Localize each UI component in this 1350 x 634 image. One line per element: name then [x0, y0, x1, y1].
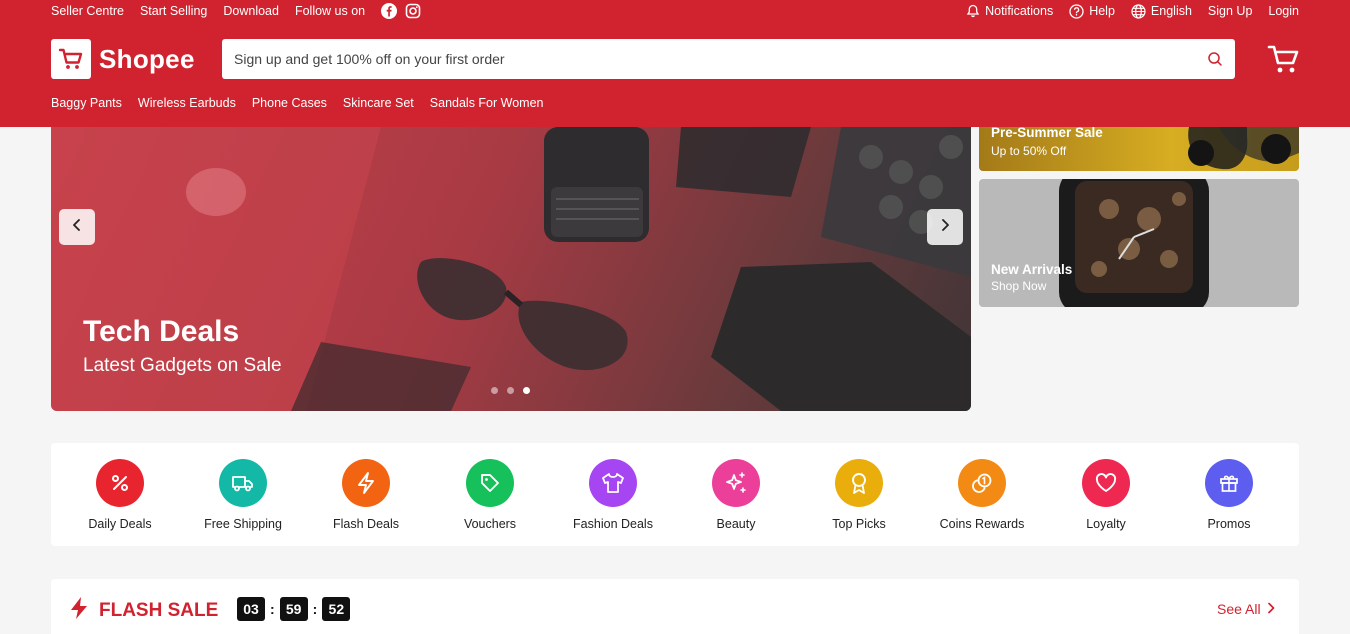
side-banner-subtitle: Shop Now — [991, 279, 1047, 293]
lightning-icon — [67, 596, 99, 626]
top-bar: Seller Centre Start Selling Download Fol… — [51, 0, 1299, 22]
sparkle-icon — [712, 459, 760, 507]
site-header: Seller Centre Start Selling Download Fol… — [0, 0, 1350, 127]
search-suggestions: Baggy Pants Wireless Earbuds Phone Cases… — [51, 96, 560, 110]
suggestion-link[interactable]: Wireless Earbuds — [138, 96, 236, 110]
search-input[interactable] — [222, 39, 1195, 79]
category-label: Coins Rewards — [939, 517, 1025, 531]
category-shortcuts: Daily Deals Free Shipping Flash Deals Vo… — [51, 443, 1299, 546]
brand-name: Shopee — [99, 43, 195, 74]
category-label: Flash Deals — [333, 517, 399, 531]
category-label: Fashion Deals — [573, 517, 653, 531]
sign-up-link[interactable]: Sign Up — [1208, 4, 1252, 18]
category-label: Beauty — [716, 517, 756, 531]
main-banner-carousel[interactable]: Tech Deals Latest Gadgets on Sale — [51, 127, 971, 411]
see-all-label: See All — [1217, 601, 1261, 617]
language-selector[interactable]: English — [1131, 3, 1192, 19]
search-icon[interactable] — [1195, 39, 1235, 79]
side-banner-new-arrivals[interactable]: New Arrivals Shop Now — [979, 179, 1299, 307]
carousel-next-button[interactable] — [927, 209, 963, 245]
language-label: English — [1150, 4, 1192, 18]
timer-seconds: 52 — [322, 597, 351, 621]
notifications-label: Notifications — [985, 4, 1054, 18]
carousel-prev-button[interactable] — [59, 209, 95, 245]
suggestion-link[interactable]: Phone Cases — [252, 96, 327, 110]
follow-us-label: Follow us on — [294, 4, 366, 18]
seller-centre-link[interactable]: Seller Centre — [51, 4, 124, 18]
instagram-icon[interactable] — [405, 3, 421, 19]
side-banner-title: Pre-Summer Sale — [991, 127, 1103, 140]
shopping-cart-logo-icon — [51, 39, 91, 79]
timer-hours: 03 — [237, 597, 265, 621]
flash-sale-title: FLASH SALE — [99, 600, 219, 621]
timer-separator: : — [270, 601, 275, 617]
chevron-right-icon — [940, 218, 950, 236]
flash-sale-heading: FLASH SALE — [67, 596, 218, 626]
see-all-link[interactable]: See All — [1217, 601, 1275, 617]
award-icon — [835, 459, 883, 507]
start-selling-link[interactable]: Start Selling — [140, 4, 207, 18]
category-coins-rewards[interactable]: Coins Rewards — [922, 459, 1042, 531]
search-bar — [222, 39, 1235, 79]
timer-separator: : — [312, 601, 318, 617]
category-fashion-deals[interactable]: Fashion Deals — [553, 459, 673, 531]
cart-icon[interactable] — [1267, 42, 1301, 76]
help-link[interactable]: Help — [1069, 3, 1115, 19]
percent-icon — [96, 459, 144, 507]
coins-icon — [958, 459, 1006, 507]
shopee-logo[interactable]: Shopee — [51, 39, 195, 79]
category-label: Loyalty — [1086, 517, 1126, 531]
heart-icon — [1082, 459, 1130, 507]
bolt-icon — [342, 459, 390, 507]
download-link[interactable]: Download — [223, 4, 279, 18]
notifications-link[interactable]: Notifications — [966, 4, 1053, 18]
side-banner-title: New Arrivals — [991, 262, 1073, 277]
category-daily-deals[interactable]: Daily Deals — [60, 459, 180, 531]
suggestion-link[interactable]: Sandals For Women — [430, 96, 544, 110]
carousel-dot-active[interactable] — [523, 387, 530, 394]
globe-icon — [1131, 3, 1146, 19]
banner-subtitle: Latest Gadgets on Sale — [83, 355, 282, 376]
flash-sale-section: FLASH SALE 03 : 59 : 52 See All — [51, 579, 1299, 634]
carousel-dot[interactable] — [507, 387, 514, 394]
category-label: Vouchers — [463, 517, 517, 531]
category-beauty[interactable]: Beauty — [676, 459, 796, 531]
category-label: Daily Deals — [88, 517, 152, 531]
carousel-dots — [491, 387, 539, 394]
banner-title: Tech Deals — [83, 315, 240, 348]
chevron-left-icon — [72, 218, 82, 236]
category-label: Top Picks — [832, 517, 886, 531]
category-vouchers[interactable]: Vouchers — [430, 459, 550, 531]
chevron-right-icon — [1261, 601, 1275, 617]
category-flash-deals[interactable]: Flash Deals — [306, 459, 426, 531]
help-icon — [1069, 3, 1084, 19]
timer-minutes: 59 — [279, 597, 308, 621]
help-label: Help — [1089, 4, 1115, 18]
countdown-timer: 03 : 59 : 52 — [237, 597, 351, 621]
side-banner-pre-summer[interactable]: Pre-Summer Sale Up to 50% Off — [979, 127, 1299, 171]
login-link[interactable]: Login — [1268, 4, 1299, 18]
shirt-icon — [589, 459, 637, 507]
category-promos[interactable]: Promos — [1169, 459, 1289, 531]
gift-icon — [1205, 459, 1253, 507]
bell-icon — [966, 4, 980, 18]
truck-icon — [219, 459, 267, 507]
category-free-shipping[interactable]: Free Shipping — [183, 459, 303, 531]
social-links — [373, 3, 421, 19]
suggestion-link[interactable]: Skincare Set — [343, 96, 414, 110]
category-label: Promos — [1207, 517, 1251, 531]
category-loyalty[interactable]: Loyalty — [1046, 459, 1166, 531]
suggestion-link[interactable]: Baggy Pants — [51, 96, 122, 110]
side-banner-subtitle: Up to 50% Off — [991, 144, 1067, 158]
top-bar-left: Seller Centre Start Selling Download Fol… — [51, 3, 421, 19]
facebook-icon[interactable] — [381, 3, 398, 19]
category-label: Free Shipping — [204, 517, 282, 531]
top-bar-right: Notifications Help English Sign Up Login — [950, 3, 1299, 19]
category-top-picks[interactable]: Top Picks — [799, 459, 919, 531]
carousel-dot[interactable] — [491, 387, 498, 394]
tag-icon — [466, 459, 514, 507]
